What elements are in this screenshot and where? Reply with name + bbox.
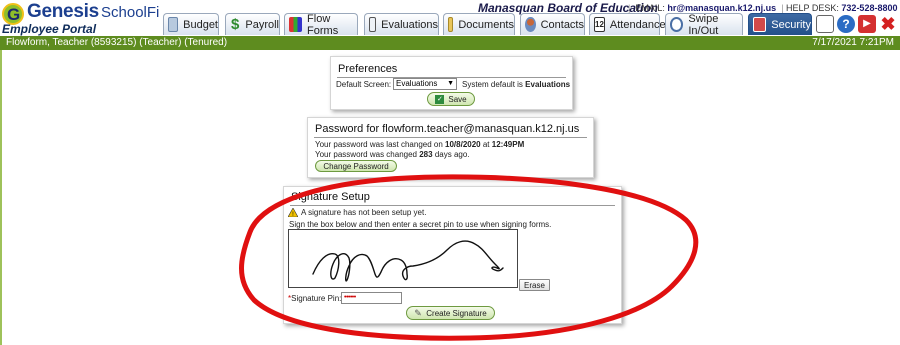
signature-pin-label: *Signature Pin: [288,294,342,303]
tab-documents[interactable]: Documents [443,13,515,35]
tab-budget[interactable]: Budget [163,13,219,35]
system-default-note: System default is Evaluations [462,80,571,89]
pencil-icon: ✎ [414,308,422,318]
divider [314,137,587,138]
left-border [0,50,2,345]
save-button[interactable]: ✓ Save [427,92,475,106]
signature-pin-input[interactable]: •••••• [341,292,402,304]
signature-canvas[interactable] [288,229,518,288]
chevron-down-icon: ▼ [447,80,454,87]
contacts-icon [525,17,536,32]
tab-swipe-in-out[interactable]: Swipe In/Out [665,13,743,37]
signature-stroke [312,240,504,282]
contact-info: | EMAIL: hr@manasquan.k12.nj.us | HELP D… [628,3,900,13]
budget-icon [168,17,179,32]
portal-title: Employee Portal [2,22,97,36]
helpdesk-number: 732-528-8800 x1900 [841,3,900,13]
dollar-icon: $ [231,16,240,33]
last-changed-text: Your password was last changed on 10/8/2… [315,140,525,149]
tab-flow-forms[interactable]: Flow Forms [284,13,358,37]
preferences-panel: Preferences Default Screen: Evaluations … [330,56,573,110]
evaluations-icon [369,17,377,32]
days-since-change-text: Your password was changed 283 days ago. [315,150,470,159]
app-header: G Genesis SchoolFi Employee Portal Manas… [0,0,900,37]
signature-panel: Signature Setup ! A signature has not be… [283,186,622,324]
tab-security[interactable]: Security [748,13,812,35]
help-icon[interactable]: ? [837,15,855,33]
lock-icon [753,17,767,32]
signature-warning: ! A signature has not been setup yet. [288,208,426,217]
documents-icon [448,17,454,32]
change-password-button[interactable]: Change Password [315,160,397,172]
divider [290,205,615,206]
close-icon[interactable]: ✖ [879,15,897,33]
signature-instructions: Sign the box below and then enter a secr… [289,220,552,229]
default-screen-select[interactable]: Evaluations ▼ [393,78,457,90]
video-icon[interactable]: ▶ [858,15,876,33]
calendar-icon: 12 [594,17,605,32]
email-link[interactable]: hr@manasquan.k12.nj.us [667,3,776,13]
erase-button[interactable]: Erase [519,279,550,291]
logo-sub: SchoolFi [101,4,160,21]
mail-icon[interactable] [816,15,834,33]
logo-word: Genesis [27,1,99,22]
clock-icon [670,17,684,32]
default-screen-label: Default Screen: [336,80,392,89]
user-info: Flowform, Teacher (8593215) (Teacher) (T… [6,37,228,48]
password-title: Password for flowform.teacher@manasquan.… [315,123,580,135]
date-time: 7/17/2021 7:21PM [812,37,894,48]
warning-icon: ! [288,208,298,217]
tab-contacts[interactable]: Contacts [520,13,585,35]
tab-payroll[interactable]: $ Payroll [225,13,280,35]
preferences-title: Preferences [338,63,398,75]
password-panel: Password for flowform.teacher@manasquan.… [307,117,594,178]
flow-forms-icon [289,17,303,32]
status-bar: Flowform, Teacher (8593215) (Teacher) (T… [0,36,900,50]
checkbox-icon: ✓ [435,94,445,104]
signature-title: Signature Setup [291,191,370,203]
tab-attendance[interactable]: 12 Attendance [589,13,666,35]
create-signature-button[interactable]: ✎ Create Signature [406,306,495,320]
tab-evaluations[interactable]: Evaluations [364,13,439,35]
